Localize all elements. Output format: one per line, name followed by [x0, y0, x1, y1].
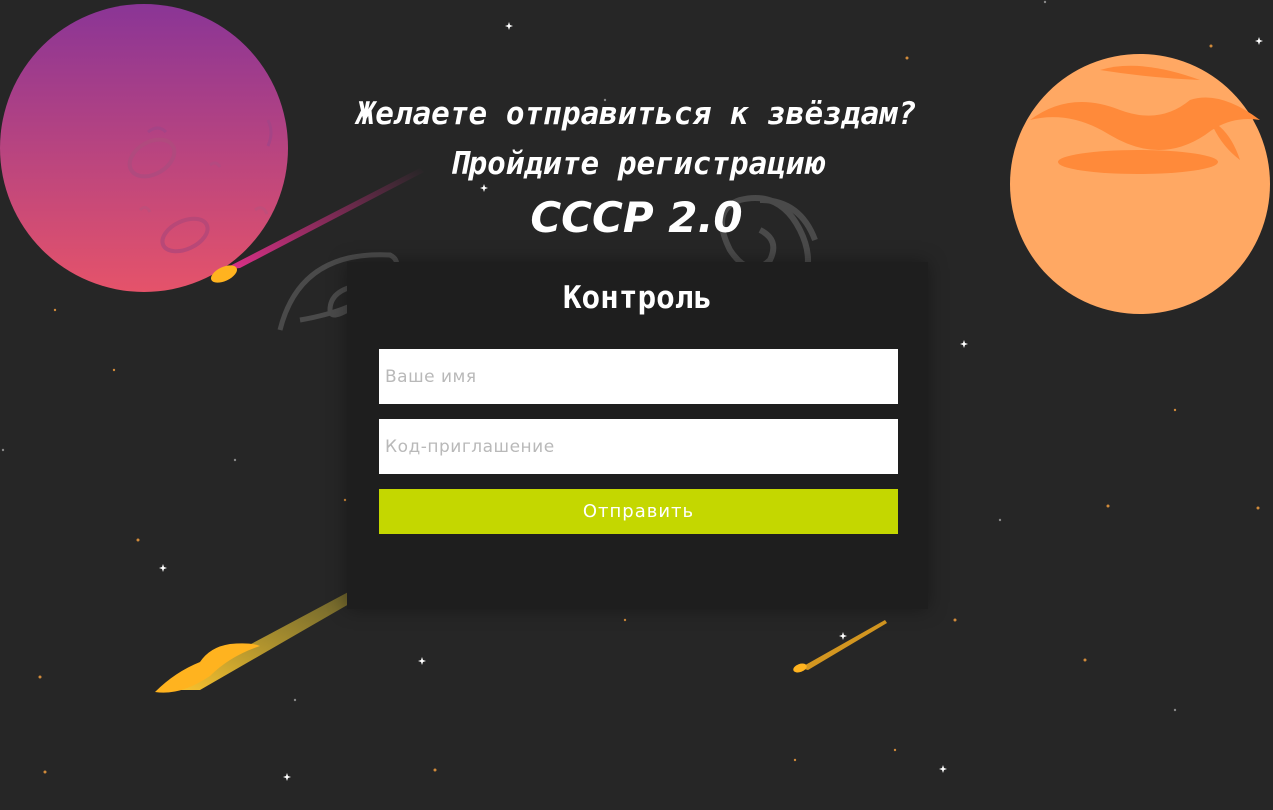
heading-line-1: Желаете отправиться к звёздам?	[356, 96, 917, 132]
comet-icon	[793, 620, 887, 673]
orange-planet-icon	[1010, 54, 1270, 314]
registration-page: Желаете отправиться к звёздам? Пройдите …	[0, 0, 1273, 810]
star-icon	[418, 657, 426, 665]
star-icon	[839, 632, 847, 640]
star-icon	[939, 765, 947, 773]
star-icon	[505, 22, 513, 30]
submit-button[interactable]: Отправить	[379, 489, 898, 534]
star-icon	[960, 340, 968, 348]
star-icon	[159, 564, 167, 572]
name-input[interactable]	[379, 349, 898, 404]
star-icon	[480, 184, 488, 192]
heading-line-2: Пройдите регистрацию	[449, 146, 824, 182]
registration-form: Контроль Отправить	[347, 262, 928, 609]
star-icon	[1255, 37, 1263, 45]
invite-code-input[interactable]	[379, 419, 898, 474]
form-title: Контроль	[562, 280, 713, 316]
heading-line-3: СССР 2.0	[530, 193, 743, 242]
star-icon	[283, 773, 291, 781]
